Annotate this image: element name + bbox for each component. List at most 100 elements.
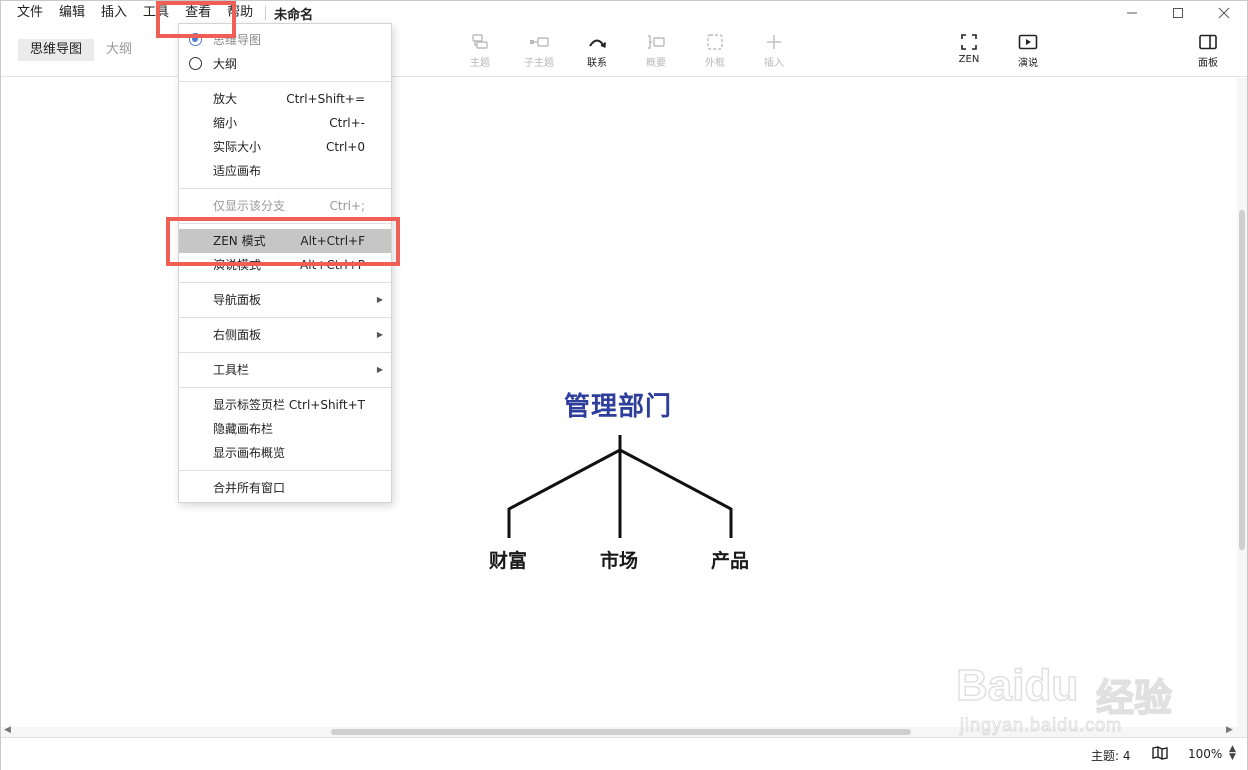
- menu-item-label: 实际大小: [213, 140, 262, 154]
- watermark-logo: Baidu: [955, 660, 1079, 711]
- play-icon: [1018, 34, 1038, 50]
- relation-button[interactable]: 联系: [575, 33, 619, 69]
- menu-item-zoom-in[interactable]: 放大 Ctrl+Shift+=: [179, 87, 391, 111]
- submenu-arrow-icon: ▶: [376, 330, 383, 339]
- menu-item-show-overview[interactable]: 显示画布概览: [179, 441, 391, 465]
- menu-file[interactable]: 文件: [1, 1, 51, 25]
- subtopic-icon: [530, 37, 549, 47]
- insert-button-label: 插入: [764, 58, 784, 69]
- menu-item-label: 显示标签页栏: [213, 398, 286, 412]
- insert-button[interactable]: 插入: [752, 33, 796, 69]
- close-icon: [1218, 7, 1230, 19]
- menu-item-label: 显示画布概览: [213, 446, 286, 460]
- menu-item-shortcut: Ctrl+0: [325, 140, 365, 154]
- menu-item-fit-canvas[interactable]: 适应画布: [179, 159, 391, 183]
- zoom-stepper-icon[interactable]: ▲ ▼: [1229, 745, 1236, 762]
- menu-item-show-branch[interactable]: 仅显示该分支 Ctrl+;: [179, 194, 391, 218]
- minimize-icon: [1127, 12, 1137, 14]
- vertical-scrollbar[interactable]: [1237, 78, 1247, 737]
- topic-icon: [472, 34, 488, 49]
- relation-button-label: 联系: [587, 58, 607, 69]
- relation-icon: [589, 39, 606, 48]
- present-button-label: 演说: [1018, 58, 1038, 69]
- scroll-left-icon[interactable]: ◀: [4, 725, 11, 735]
- app-window: 文件 编辑 插入 工具 查看 帮助 未命名 思维导图 大纲 主题 子主题 联系 …: [0, 0, 1248, 770]
- menu-item-shortcut: Ctrl+Shift+T: [288, 398, 365, 412]
- watermark-text: 经验: [1095, 675, 1173, 721]
- boundary-button[interactable]: 外框: [693, 33, 737, 69]
- document-title: 未命名: [274, 7, 314, 23]
- zen-button[interactable]: ZEN: [947, 33, 991, 65]
- menu-edit[interactable]: 编辑: [51, 1, 93, 25]
- panel-button-label: 面板: [1198, 58, 1218, 69]
- topic-count: 主题: 4: [1091, 749, 1131, 763]
- menu-item-right-panel[interactable]: 右侧面板 ▶: [179, 323, 391, 347]
- menu-item-label: 右侧面板: [213, 328, 262, 342]
- close-button[interactable]: [1201, 1, 1247, 25]
- child-topic-wealth[interactable]: 财富: [489, 546, 527, 573]
- menu-item-label: 工具栏: [213, 363, 250, 377]
- menu-item-nav-panel[interactable]: 导航面板 ▶: [179, 288, 391, 312]
- menu-item-label: 缩小: [213, 116, 238, 130]
- menu-item-merge-windows[interactable]: 合并所有窗口: [179, 476, 391, 500]
- baidu-watermark: Baidu 经验 jingyan.baidu.com: [955, 641, 1236, 741]
- submenu-arrow-icon: ▶: [376, 365, 383, 374]
- menu-item-label: 大纲: [213, 57, 238, 71]
- present-button[interactable]: 演说: [1006, 33, 1050, 69]
- subtopic-button-label: 子主题: [524, 58, 554, 69]
- menu-insert[interactable]: 插入: [93, 1, 135, 25]
- menu-divider: [179, 317, 391, 318]
- menu-item-label: 适应画布: [213, 164, 262, 178]
- summary-icon: [648, 35, 665, 49]
- menu-divider: [179, 81, 391, 82]
- boundary-icon: [707, 34, 723, 50]
- menu-item-label: 隐藏画布栏: [213, 422, 274, 436]
- fullscreen-icon: [961, 34, 977, 50]
- menu-item-label: 导航面板: [213, 293, 262, 307]
- highlight-box-view-menu: [156, 1, 236, 38]
- tab-mindmap[interactable]: 思维导图: [18, 39, 95, 61]
- root-topic[interactable]: 管理部门: [564, 386, 672, 423]
- menu-item-hide-canvasbar[interactable]: 隐藏画布栏: [179, 417, 391, 441]
- topic-button-label: 主题: [470, 58, 490, 69]
- menu-item-shortcut: Ctrl+Shift+=: [286, 92, 365, 106]
- radio-icon: [189, 57, 202, 70]
- summary-button-label: 概要: [646, 58, 666, 69]
- zoom-level[interactable]: 100%: [1188, 747, 1222, 761]
- plus-icon: [767, 35, 781, 49]
- zen-button-label: ZEN: [958, 54, 980, 65]
- menu-item-shortcut: Ctrl+-: [329, 116, 365, 130]
- panel-icon: [1199, 34, 1217, 50]
- horizontal-scroll-thumb[interactable]: [331, 729, 911, 735]
- submenu-arrow-icon: ▶: [376, 295, 383, 304]
- summary-button[interactable]: 概要: [634, 33, 678, 69]
- boundary-button-label: 外框: [705, 58, 725, 69]
- watermark-url: jingyan.baidu.com: [959, 715, 1123, 736]
- tab-outline[interactable]: 大纲: [94, 39, 144, 61]
- menu-divider: [179, 352, 391, 353]
- menu-divider: [179, 188, 391, 189]
- menu-item-zoom-out[interactable]: 缩小 Ctrl+-: [179, 111, 391, 135]
- highlight-box-zen-mode: [166, 217, 400, 266]
- subtopic-button[interactable]: 子主题: [517, 33, 561, 69]
- menu-item-toolbar[interactable]: 工具栏 ▶: [179, 358, 391, 382]
- view-tabs: 思维导图 大纲: [18, 39, 144, 61]
- panel-button[interactable]: 面板: [1186, 33, 1230, 69]
- menu-divider: [179, 282, 391, 283]
- menu-item-view-outline[interactable]: 大纲: [179, 52, 391, 76]
- minimize-button[interactable]: [1109, 1, 1155, 25]
- vertical-scroll-thumb[interactable]: [1239, 210, 1245, 550]
- connector-right: [619, 448, 732, 511]
- menu-item-label: 放大: [213, 92, 238, 106]
- child-topic-product[interactable]: 产品: [711, 546, 749, 573]
- menu-item-show-tabbar[interactable]: 显示标签页栏 Ctrl+Shift+T: [179, 393, 391, 417]
- menu-item-actual-size[interactable]: 实际大小 Ctrl+0: [179, 135, 391, 159]
- child-topic-market[interactable]: 市场: [600, 546, 638, 573]
- connector-left: [508, 448, 621, 511]
- topic-button[interactable]: 主题: [458, 33, 502, 69]
- statusbar: 主题: 4 100% ▲ ▼: [1, 737, 1247, 770]
- map-icon[interactable]: [1152, 746, 1168, 764]
- maximize-button[interactable]: [1155, 1, 1201, 25]
- menu-divider: [179, 470, 391, 471]
- menubar-divider: [265, 6, 267, 20]
